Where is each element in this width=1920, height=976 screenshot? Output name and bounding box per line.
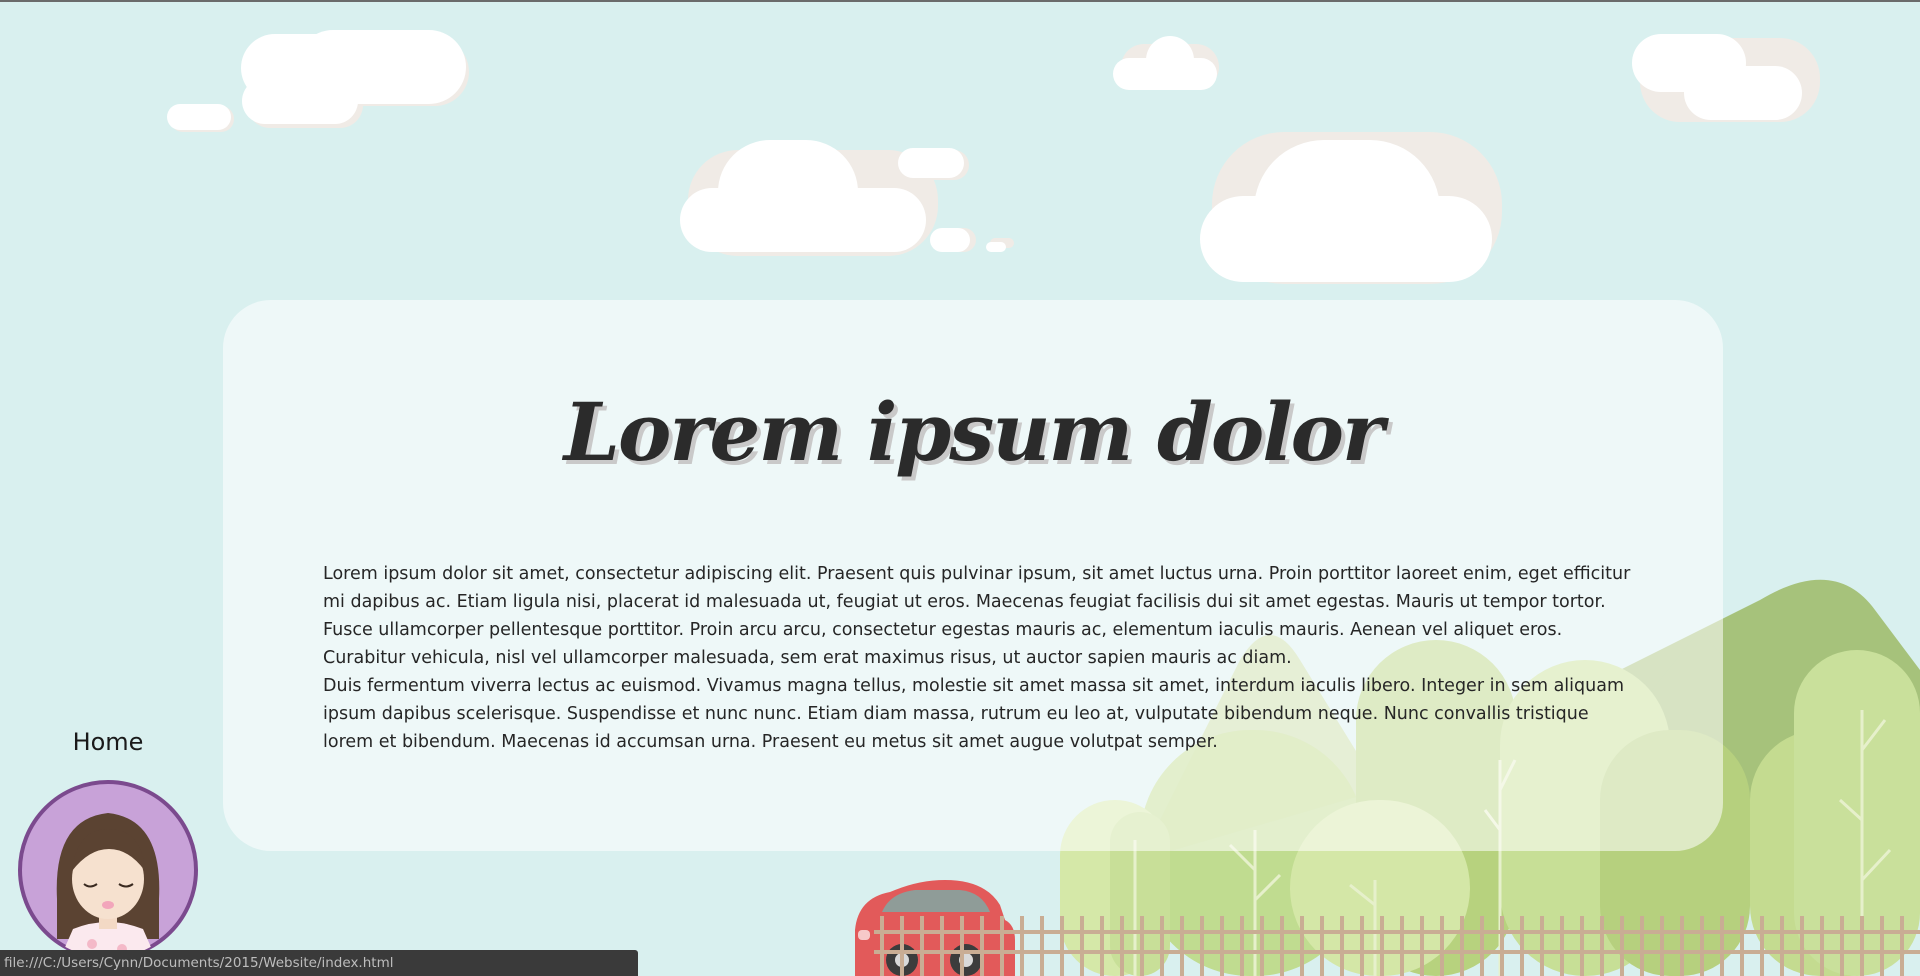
fence-picket [1820,916,1824,976]
fence-picket [1060,916,1064,976]
fence-picket [1160,916,1164,976]
fence-picket [1280,916,1284,976]
fence-picket [1500,916,1504,976]
fence-picket [1740,916,1744,976]
fence-picket [1120,916,1124,976]
fence-picket [1020,916,1024,976]
fence-rail [874,950,1920,954]
car-icon [855,880,1015,976]
fence-picket [1240,916,1244,976]
fence-picket [1320,916,1324,976]
page-background: Lorem ipsum dolor Lorem ipsum dolor sit … [0,0,1920,976]
fence-picket [1300,916,1304,976]
fence-picket [1600,916,1604,976]
fence-picket [1200,916,1204,976]
fence-picket [1400,916,1404,976]
fence-picket [940,916,944,976]
fence-picket [1900,916,1904,976]
fence-picket [1780,916,1784,976]
fence-picket [1040,916,1044,976]
fence-picket [1580,916,1584,976]
fence-picket [1620,916,1624,976]
fence-picket [1540,916,1544,976]
fence-picket [1860,916,1864,976]
status-bar-url: file:///C:/Users/Cynn/Documents/2015/Web… [0,950,638,976]
fence-picket [880,916,884,976]
fence-picket [1220,916,1224,976]
home-link[interactable]: Home [48,728,168,756]
fence-picket [1260,916,1264,976]
fence-rail [874,930,1920,934]
fence-picket [1000,916,1004,976]
page-body: Lorem ipsum dolor sit amet, consectetur … [323,560,1633,756]
fence-picket [1100,916,1104,976]
fence-picket [1680,916,1684,976]
fence-picket [1800,916,1804,976]
fence-picket [1840,916,1844,976]
girl-avatar-icon[interactable] [17,779,199,961]
fence-picket [1360,916,1364,976]
fence-picket [1640,916,1644,976]
body-paragraph: Lorem ipsum dolor sit amet, consectetur … [323,564,1631,668]
fence-picket [1080,916,1084,976]
fence-picket [1420,916,1424,976]
fence-picket [900,916,904,976]
fence-picket [1480,916,1484,976]
fence-picket [1460,916,1464,976]
fence-picket [1340,916,1344,976]
fence-picket [1520,916,1524,976]
fence-picket [1660,916,1664,976]
fence-picket [1440,916,1444,976]
fence-picket [960,916,964,976]
fence-picket [1380,916,1384,976]
fence-picket [980,916,984,976]
fence-picket [920,916,924,976]
fence-picket [1760,916,1764,976]
fence-picket [1880,916,1884,976]
fence-picket [1140,916,1144,976]
fence-picket [1560,916,1564,976]
body-paragraph: Duis fermentum viverra lectus ac euismod… [323,676,1625,752]
page-title: Lorem ipsum dolor [563,385,1384,479]
fence-picket [1720,916,1724,976]
fence-picket [1700,916,1704,976]
fence-picket [1180,916,1184,976]
